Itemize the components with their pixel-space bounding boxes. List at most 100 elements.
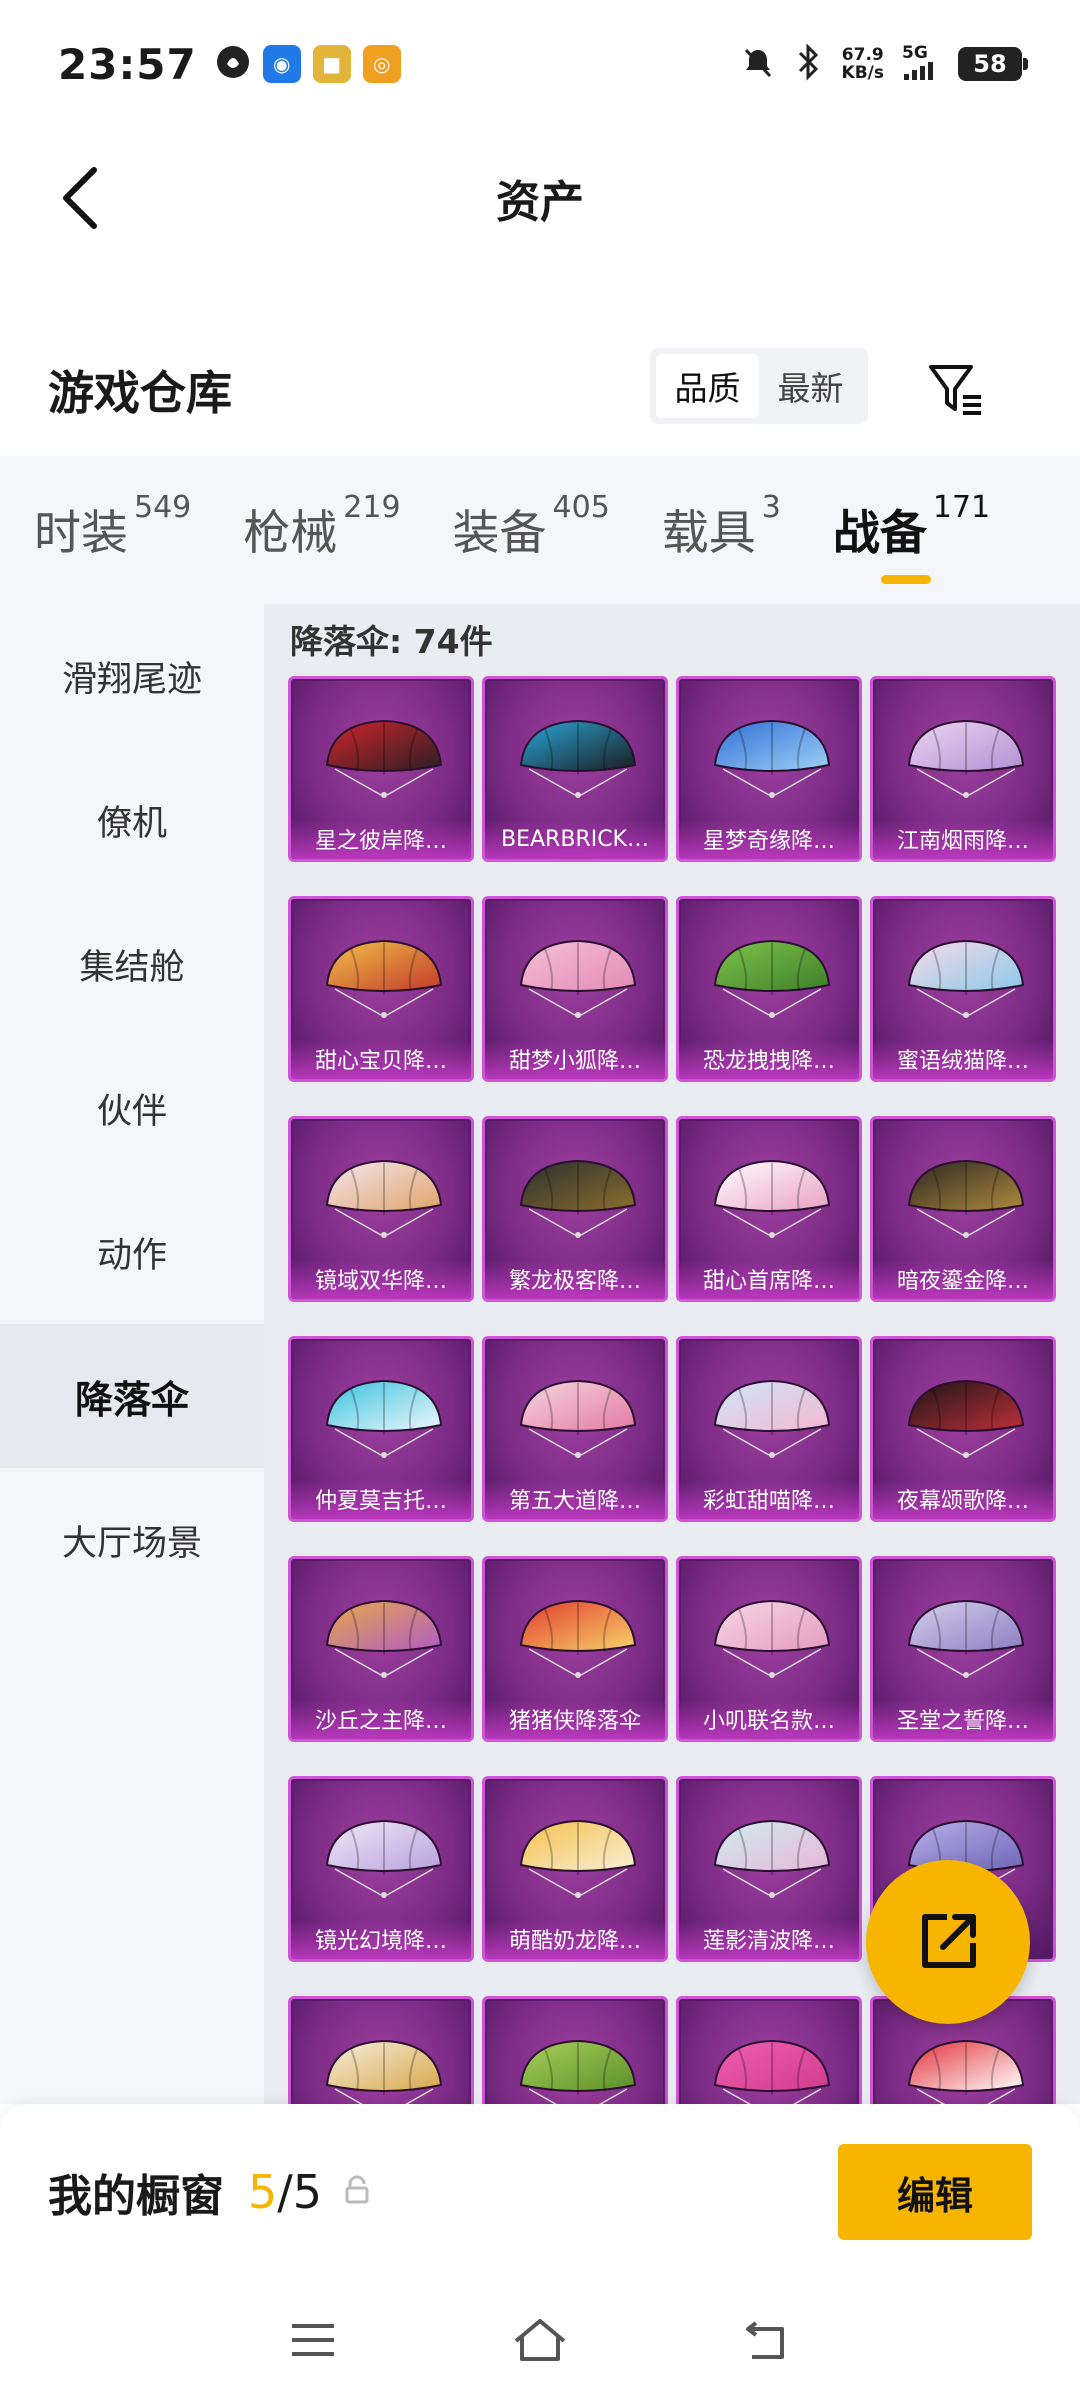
parachute-item-card[interactable]: 猪猪侠降落伞	[482, 1556, 668, 1742]
parachute-thumbnail-icon	[907, 1379, 1025, 1458]
parachute-thumbnail-icon	[519, 1159, 637, 1238]
warehouse-row: 游戏仓库 品质 最新	[0, 340, 1080, 440]
parachute-item-card[interactable]: 江南烟雨降…	[870, 676, 1056, 862]
tab-fashion[interactable]: 时装 549	[34, 490, 191, 566]
menu-nav-button[interactable]	[273, 2300, 353, 2380]
sidebar-item-emote[interactable]: 动作	[0, 1180, 264, 1324]
tab-label: 时装	[34, 506, 128, 561]
parachute-thumbnail-icon	[907, 1599, 1025, 1678]
parachute-item-card[interactable]: 蜜语绒猫降…	[870, 896, 1056, 1082]
filter-icon	[929, 365, 981, 415]
tab-equipment[interactable]: 装备 405	[452, 490, 610, 566]
item-name: 沙丘之主降…	[291, 1699, 471, 1739]
parachute-item-card[interactable]: 圣堂之誓降…	[870, 1556, 1056, 1742]
home-icon	[514, 2319, 566, 2361]
parachute-thumbnail-icon	[519, 1599, 637, 1678]
tab-count: 549	[134, 490, 192, 525]
sort-quality-button[interactable]: 品质	[656, 354, 759, 418]
parachute-item-card[interactable]: 莲影清波降…	[676, 1776, 862, 1962]
sidebar-item-companion[interactable]: 伙伴	[0, 1036, 264, 1180]
sidebar-item-parachute[interactable]: 降落伞	[0, 1324, 264, 1468]
parachute-thumbnail-icon	[325, 1379, 443, 1458]
item-name: 夜幕颂歌降…	[873, 1479, 1053, 1519]
filter-button[interactable]	[920, 354, 990, 424]
showcase-bar: 我的橱窗 5/5 编辑	[0, 2104, 1080, 2280]
warehouse-title: 游戏仓库	[48, 366, 232, 420]
system-nav-bar	[0, 2280, 1080, 2400]
sidebar: 滑翔尾迹 僚机 集结舱 伙伴 动作 降落伞 大厅场景	[0, 604, 264, 2104]
parachute-item-card[interactable]: 繁龙极客降…	[482, 1116, 668, 1302]
net-speed: 67.9 KB/s	[842, 46, 884, 82]
parachute-item-card[interactable]: 仲夏莫吉托…	[288, 1336, 474, 1522]
parachute-item-card[interactable]: 甜心首席降…	[676, 1116, 862, 1302]
parachute-item-card[interactable]: 彩虹甜喵降…	[676, 1336, 862, 1522]
parachute-thumbnail-icon	[713, 1599, 831, 1678]
lock-icon	[342, 2175, 372, 2209]
tab-count: 171	[932, 490, 991, 525]
showcase-label: 我的橱窗	[48, 2171, 224, 2222]
parachute-thumbnail-icon	[713, 939, 831, 1018]
sort-toggle: 品质 最新	[650, 348, 868, 424]
game-app-icon: ■	[312, 45, 351, 83]
tab-count: 3	[761, 490, 781, 525]
network-type: 5G	[902, 43, 928, 63]
parachute-item-card[interactable]: 小叽联名款…	[676, 1556, 862, 1742]
back-button[interactable]	[40, 158, 120, 238]
tab-battle-gear[interactable]: 战备 171	[833, 490, 990, 584]
parachute-item-card[interactable]: 镜光幻境降…	[288, 1776, 474, 1962]
parachute-item-card[interactable]: 沙丘之主降…	[288, 1556, 474, 1742]
parachute-item-card[interactable]: 恐龙拽拽降…	[676, 896, 862, 1082]
item-name: 仲夏莫吉托…	[291, 1479, 471, 1519]
sidebar-item-glide-trail[interactable]: 滑翔尾迹	[0, 604, 264, 748]
app-header: 资产	[0, 128, 1080, 268]
showcase-total: /5	[277, 2165, 323, 2219]
tab-count: 219	[343, 490, 401, 525]
sidebar-item-lobby-scene[interactable]: 大厅场景	[0, 1468, 264, 1612]
parachute-item-card[interactable]: 萌酷奶龙降…	[482, 1776, 668, 1962]
parachute-item-card[interactable]: BEARBRICK…	[482, 676, 668, 862]
parachute-item-card[interactable]	[482, 1996, 668, 2104]
parachute-thumbnail-icon	[325, 1819, 443, 1898]
share-button[interactable]	[866, 1860, 1030, 2024]
home-nav-button[interactable]	[500, 2300, 580, 2380]
tab-label: 装备	[452, 506, 547, 561]
item-name: 镜光幻境降…	[291, 1919, 471, 1959]
parachute-item-card[interactable]: 甜心宝贝降…	[288, 896, 474, 1082]
parachute-thumbnail-icon	[519, 719, 637, 798]
battery-level: 58	[973, 50, 1007, 78]
parachute-item-card[interactable]	[288, 1996, 474, 2104]
parachute-thumbnail-icon	[519, 2039, 637, 2104]
parachute-thumbnail-icon	[907, 719, 1025, 798]
back-nav-button[interactable]	[727, 2300, 807, 2380]
item-name: 镜域双华降…	[291, 1259, 471, 1299]
parachute-thumbnail-icon	[713, 719, 831, 798]
status-time: 23:57	[58, 39, 197, 89]
parachute-item-card[interactable]	[676, 1996, 862, 2104]
page-title: 资产	[496, 177, 584, 228]
sort-latest-button[interactable]: 最新	[759, 354, 862, 418]
parachute-thumbnail-icon	[325, 939, 443, 1018]
parachute-thumbnail-icon	[325, 1159, 443, 1238]
parachute-item-card[interactable]: 暗夜鎏金降…	[870, 1116, 1056, 1302]
tab-count: 405	[552, 490, 610, 525]
edit-button[interactable]: 编辑	[838, 2144, 1032, 2240]
net-speed-value: 67.9	[841, 45, 884, 65]
parachute-item-card[interactable]: 夜幕颂歌降…	[870, 1336, 1056, 1522]
parachute-item-card[interactable]: 镜域双华降…	[288, 1116, 474, 1302]
item-name: 繁龙极客降…	[485, 1259, 665, 1299]
showcase-count: 5/5	[248, 2165, 322, 2219]
parachute-item-card[interactable]: 甜梦小狐降…	[482, 896, 668, 1082]
item-name: 蜜语绒猫降…	[873, 1039, 1053, 1079]
sidebar-item-wingman[interactable]: 僚机	[0, 748, 264, 892]
tab-firearms[interactable]: 枪械 219	[243, 490, 400, 566]
tab-label: 载具	[661, 506, 756, 561]
parachute-item-card[interactable]: 第五大道降…	[482, 1336, 668, 1522]
back-arrow-icon	[63, 167, 97, 229]
tab-vehicles[interactable]: 载具 3	[661, 490, 781, 566]
item-name: 圣堂之誓降…	[873, 1699, 1053, 1739]
sidebar-item-assembly-pod[interactable]: 集结舱	[0, 892, 264, 1036]
parachute-thumbnail-icon	[907, 939, 1025, 1018]
item-name: 第五大道降…	[485, 1479, 665, 1519]
parachute-item-card[interactable]: 星梦奇缘降…	[676, 676, 862, 862]
parachute-item-card[interactable]: 星之彼岸降…	[288, 676, 474, 862]
